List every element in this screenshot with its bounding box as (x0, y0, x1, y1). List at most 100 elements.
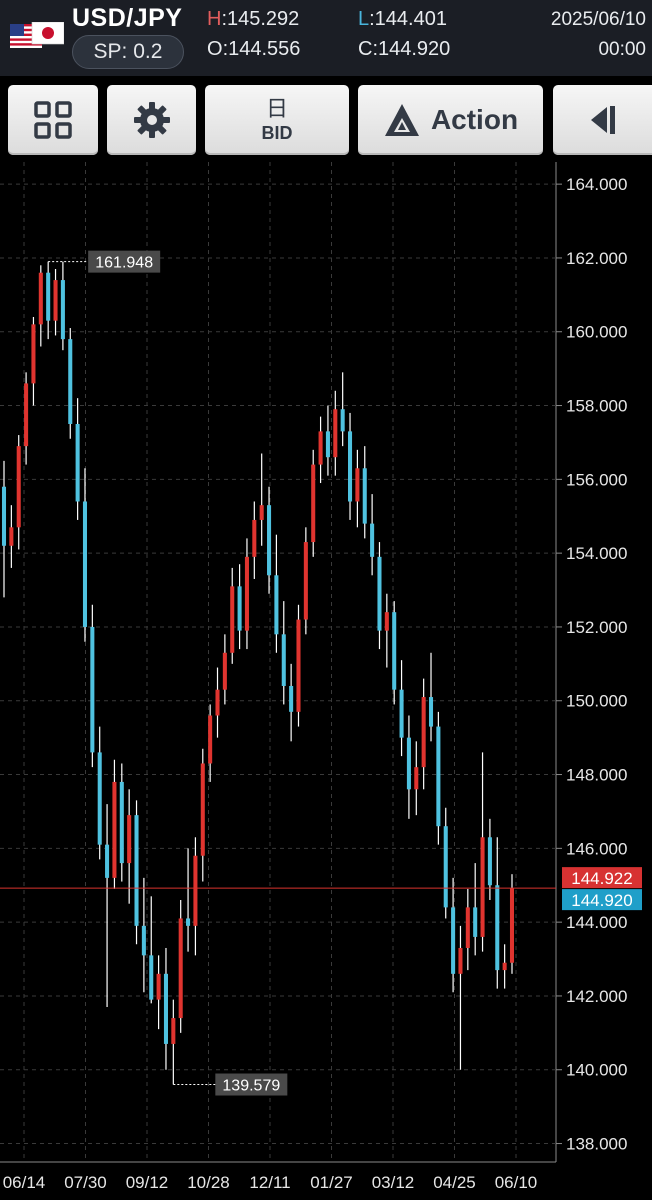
y-tick-label: 152.000 (566, 618, 627, 637)
grid-icon (34, 101, 72, 139)
candle-up (465, 907, 470, 948)
quote-header: USD/JPY SP: 0.2 H:145.292 O:144.556 L:14… (0, 0, 652, 76)
candle-up (222, 652, 227, 690)
candle-up (200, 763, 205, 856)
candle-up (252, 519, 257, 557)
collapse-panel-button[interactable] (553, 85, 652, 155)
candle-up (215, 689, 220, 716)
open-value: :144.556 (222, 38, 301, 60)
candle-up (259, 505, 264, 520)
candle-down (46, 272, 51, 321)
high-price: H:145.292 (207, 8, 299, 31)
open-price: O:144.556 (207, 38, 300, 61)
candle-down (119, 781, 124, 864)
candle-down (377, 556, 382, 631)
candle-up (303, 542, 308, 620)
low-value: :144.401 (369, 8, 447, 30)
candle-up (171, 1018, 176, 1044)
candle-up (296, 619, 301, 712)
candle-down (60, 280, 65, 340)
candle-down (90, 626, 95, 753)
candle-up (414, 767, 419, 790)
currency-flags-icon (10, 22, 64, 48)
high-value: :145.292 (221, 8, 300, 30)
candle-down (1, 486, 7, 546)
high-key: H (207, 8, 222, 30)
candle-down (134, 815, 139, 926)
candle-down (487, 837, 492, 886)
x-tick-label: 04/25 (433, 1173, 476, 1192)
gear-icon (133, 102, 170, 138)
candle-down (392, 612, 397, 690)
close-price: C:144.920 (358, 38, 450, 61)
candle-down (473, 907, 478, 937)
candle-up (31, 324, 36, 384)
chart-annotations: 161.948 139.579 (48, 250, 288, 1096)
y-tick-label: 146.000 (566, 839, 627, 858)
candle-down (428, 697, 434, 727)
candle-down (362, 468, 367, 524)
candle-down (75, 423, 80, 502)
candle-down (105, 844, 110, 878)
y-tick-label: 142.000 (566, 987, 627, 1006)
open-key: O (207, 38, 223, 60)
quote-time: 00:00 (598, 39, 646, 60)
candle-down (68, 339, 73, 424)
period-label: 日 (265, 96, 288, 121)
candle-down (325, 431, 330, 458)
current-price-label: 144.922 (571, 869, 632, 888)
candle-down (163, 973, 168, 1044)
chart-toolbar: 日 BID Action (0, 78, 652, 162)
low-key: L (358, 8, 370, 30)
candle-up (480, 837, 485, 937)
price-side-label: BID (261, 123, 293, 143)
candle-series (1, 261, 515, 1085)
candlestick-chart[interactable]: 161.948 139.579 164.000 162.000 160.000 158.… (0, 162, 652, 1200)
candle-up (502, 962, 507, 971)
candle-down (289, 685, 294, 712)
high-label: 161.948 (95, 255, 153, 272)
timeframe-button[interactable]: 日 BID (205, 85, 349, 155)
low-label: 139.579 (222, 1078, 280, 1095)
candle-down (141, 925, 146, 956)
low-price: L:144.401 (358, 8, 447, 31)
candle-up (9, 527, 14, 546)
candle-up (38, 272, 43, 325)
candle-down (281, 634, 286, 686)
candle-up (156, 973, 161, 1000)
x-tick-label: 06/10 (495, 1173, 538, 1192)
candle-up (53, 280, 58, 321)
collapse-left-icon (590, 106, 615, 134)
y-tick-label: 144.000 (566, 913, 627, 932)
price-chart[interactable]: 161.948 139.579 164.000 162.000 160.000 158.… (0, 162, 652, 1200)
settings-button[interactable] (107, 85, 196, 155)
candle-down (370, 523, 375, 557)
candle-up (318, 431, 323, 465)
candle-down (495, 885, 500, 971)
y-tick-label: 158.000 (566, 397, 627, 416)
candle-down (186, 918, 191, 926)
x-tick-label: 01/27 (310, 1173, 353, 1192)
y-tick-label: 164.000 (566, 175, 627, 194)
candle-down (149, 955, 154, 1000)
quote-date: 2025/06/10 (550, 9, 646, 30)
layout-grid-button[interactable] (8, 85, 98, 155)
candle-up (311, 464, 316, 543)
candle-down (267, 505, 272, 576)
close-price-label: 144.920 (571, 891, 632, 910)
action-button[interactable]: Action (358, 85, 543, 155)
candle-down (406, 737, 411, 790)
x-axis: 06/14 07/30 09/12 10/28 12/11 01/27 03/12 04/25… (3, 1173, 538, 1192)
currency-pair-title: USD/JPY (72, 4, 183, 32)
x-tick-label: 12/11 (249, 1173, 290, 1192)
y-tick-label: 160.000 (566, 323, 627, 342)
candle-down (274, 575, 279, 635)
candle-up (355, 468, 360, 502)
y-tick-label: 162.000 (566, 249, 627, 268)
y-tick-label: 156.000 (566, 470, 627, 489)
close-value: :144.920 (372, 38, 451, 60)
candle-up (244, 556, 249, 631)
candle-up (509, 888, 515, 963)
candle-down (443, 826, 448, 908)
candle-up (16, 446, 21, 528)
